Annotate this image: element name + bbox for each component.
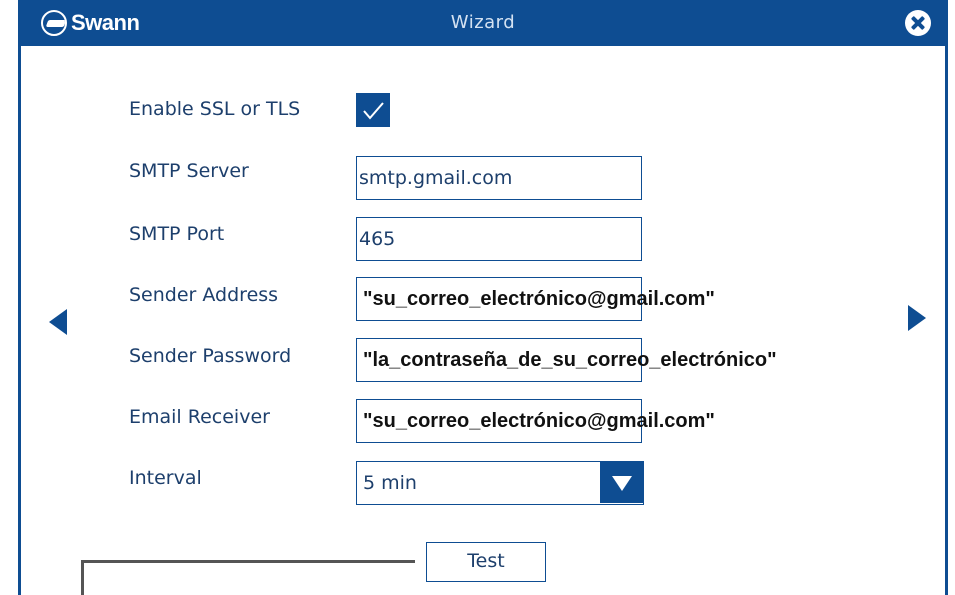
sender-address-value: "su_correo_electrónico@gmail.com" [363, 287, 715, 310]
sender-password-label: Sender Password [129, 345, 292, 367]
callout-line-vertical [81, 560, 84, 595]
sender-address-label: Sender Address [129, 284, 279, 306]
chevron-down-icon[interactable] [600, 462, 643, 503]
smtp-server-field[interactable]: smtp.gmail.com [356, 156, 642, 200]
sender-address-field[interactable]: "su_correo_electrónico@gmail.com" [356, 277, 715, 321]
smtp-port-value: 465 [359, 228, 396, 250]
window-title: Wizard [450, 12, 516, 33]
smtp-server-value: smtp.gmail.com [359, 167, 513, 189]
interval-select[interactable]: 5 min [356, 461, 644, 505]
checkmark-icon [363, 102, 384, 120]
email-receiver-label: Email Receiver [129, 406, 270, 428]
email-receiver-value: "su_correo_electrónico@gmail.com" [363, 409, 715, 432]
title-bar: Swann Wizard [21, 0, 945, 46]
smtp-server-label: SMTP Server [129, 160, 249, 182]
next-arrow-icon[interactable] [908, 305, 926, 331]
smtp-port-field[interactable]: 465 [356, 217, 642, 261]
previous-arrow-icon[interactable] [49, 309, 67, 335]
test-button[interactable]: Test [426, 542, 546, 582]
ssl-checkbox[interactable] [356, 93, 390, 127]
sender-password-field[interactable]: "la_contraseña_de_su_correo_electrónico" [356, 338, 777, 382]
interval-value: 5 min [363, 472, 417, 494]
sender-password-value: "la_contraseña_de_su_correo_electrónico" [363, 348, 777, 371]
interval-label: Interval [129, 467, 202, 489]
smtp-port-label: SMTP Port [129, 223, 225, 245]
email-receiver-field[interactable]: "su_correo_electrónico@gmail.com" [356, 399, 715, 443]
close-icon[interactable] [905, 10, 931, 36]
wizard-window: Swann Wizard Enable SSL or TLS SMTP Serv… [18, 0, 948, 595]
callout-line-horizontal [81, 560, 415, 563]
ssl-label: Enable SSL or TLS [129, 98, 301, 120]
